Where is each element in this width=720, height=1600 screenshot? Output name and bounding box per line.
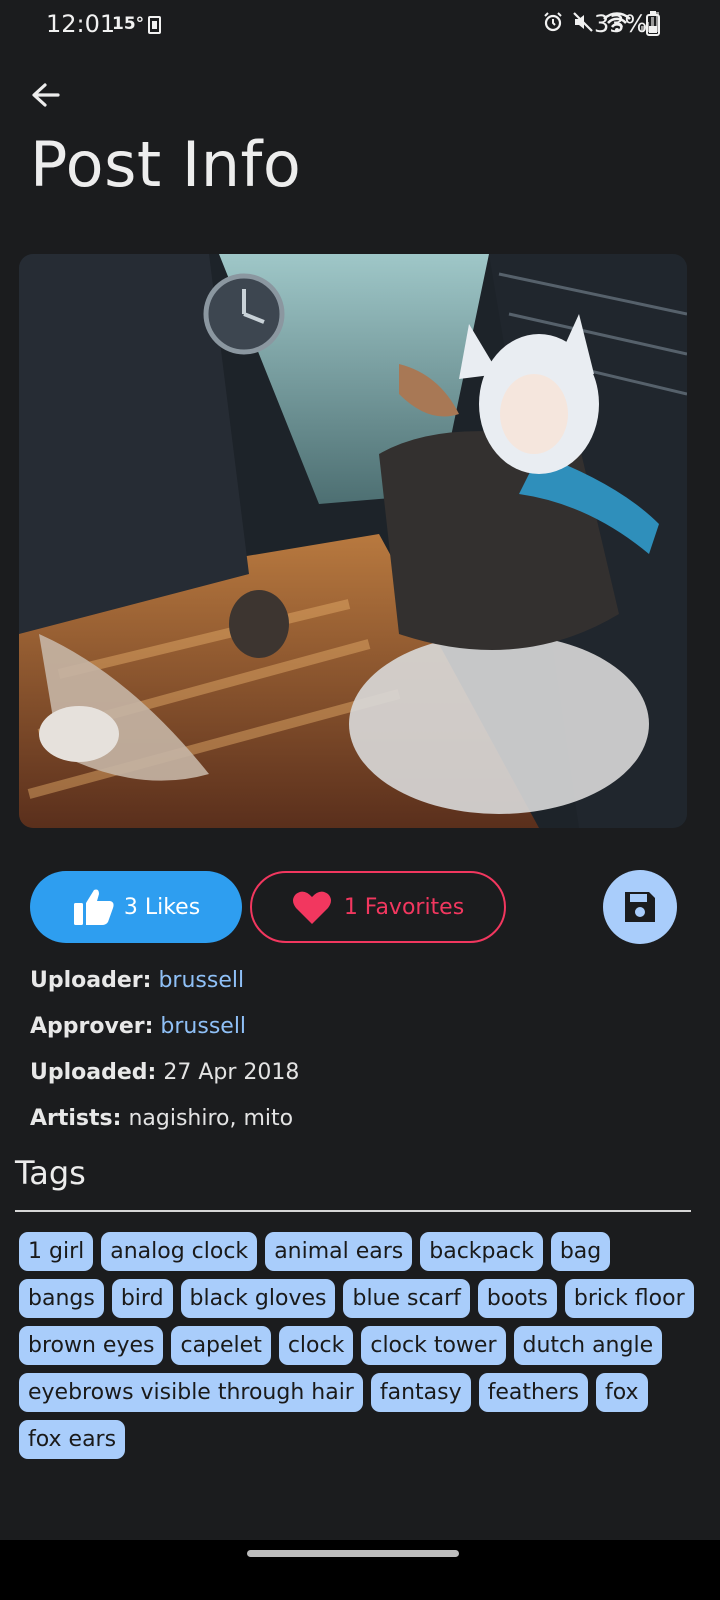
tag-chip[interactable]: fantasy	[370, 1373, 471, 1412]
tag-chip[interactable]: fox ears	[19, 1420, 126, 1459]
artists-row: Artists: nagishiro, mito	[30, 1106, 293, 1131]
tag-chip[interactable]: backpack	[420, 1232, 543, 1271]
tag-chip[interactable]: bird	[111, 1279, 173, 1318]
status-temperature: 15°	[112, 14, 145, 34]
favorites-button[interactable]: 1 Favorites	[250, 871, 506, 943]
likes-button[interactable]: 3 Likes	[30, 871, 242, 943]
tag-list: 1 girl analog clock animal ears backpack…	[19, 1232, 699, 1459]
post-image[interactable]	[19, 254, 687, 828]
tag-chip[interactable]: clock tower	[361, 1326, 506, 1365]
uploaded-label: Uploaded:	[30, 1060, 157, 1085]
system-nav-bar	[0, 1540, 720, 1600]
favorites-label: 1 Favorites	[343, 894, 465, 920]
artists-label: Artists:	[30, 1106, 122, 1131]
tag-chip[interactable]: brown eyes	[19, 1326, 164, 1365]
page-title: Post Info	[30, 128, 302, 201]
battery-icon	[646, 11, 660, 36]
mute-icon	[573, 12, 593, 32]
heart-icon	[292, 891, 331, 924]
uploaded-row: Uploaded: 27 Apr 2018	[30, 1060, 299, 1085]
uploader-row: Uploader: brussell	[30, 968, 244, 993]
tag-chip[interactable]: boots	[477, 1279, 557, 1318]
approver-link[interactable]: brussell	[160, 1014, 246, 1039]
tag-chip[interactable]: analog clock	[101, 1232, 258, 1271]
alarm-icon	[544, 12, 562, 32]
artists-value: nagishiro, mito	[128, 1106, 294, 1131]
status-time: 12:01	[46, 10, 116, 38]
tags-heading: Tags	[15, 1154, 86, 1192]
battery-percent: 33%	[594, 10, 648, 38]
thumbs-up-icon	[73, 889, 114, 925]
back-button[interactable]	[24, 74, 68, 118]
tag-chip[interactable]: dutch angle	[513, 1326, 663, 1365]
tag-chip[interactable]: 1 girl	[19, 1232, 94, 1271]
tags-divider	[15, 1210, 691, 1212]
tag-chip[interactable]: blue scarf	[343, 1279, 470, 1318]
tag-chip[interactable]: bag	[550, 1232, 611, 1271]
tag-chip[interactable]: clock	[278, 1326, 354, 1365]
uploaded-date: 27 Apr 2018	[163, 1060, 300, 1085]
uploader-link[interactable]: brussell	[158, 968, 244, 993]
tag-chip[interactable]: animal ears	[265, 1232, 413, 1271]
sim-icon	[148, 16, 161, 34]
tag-chip[interactable]: feathers	[478, 1373, 588, 1412]
floppy-disk-icon	[625, 892, 655, 922]
tag-chip[interactable]: capelet	[171, 1326, 271, 1365]
home-gesture-handle[interactable]	[247, 1550, 459, 1557]
save-button[interactable]	[603, 870, 677, 944]
arrow-left-icon	[32, 83, 60, 107]
uploader-label: Uploader:	[30, 968, 152, 993]
tag-chip[interactable]: black gloves	[180, 1279, 336, 1318]
tag-chip[interactable]: bangs	[19, 1279, 104, 1318]
likes-label: 3 Likes	[123, 894, 201, 920]
tag-chip[interactable]: brick floor	[564, 1279, 694, 1318]
approver-row: Approver: brussell	[30, 1014, 246, 1039]
tag-chip[interactable]: fox	[596, 1373, 648, 1412]
approver-label: Approver:	[30, 1014, 154, 1039]
status-bar: 12:01 15° 33%	[0, 0, 720, 52]
tag-chip[interactable]: eyebrows visible through hair	[19, 1373, 363, 1412]
